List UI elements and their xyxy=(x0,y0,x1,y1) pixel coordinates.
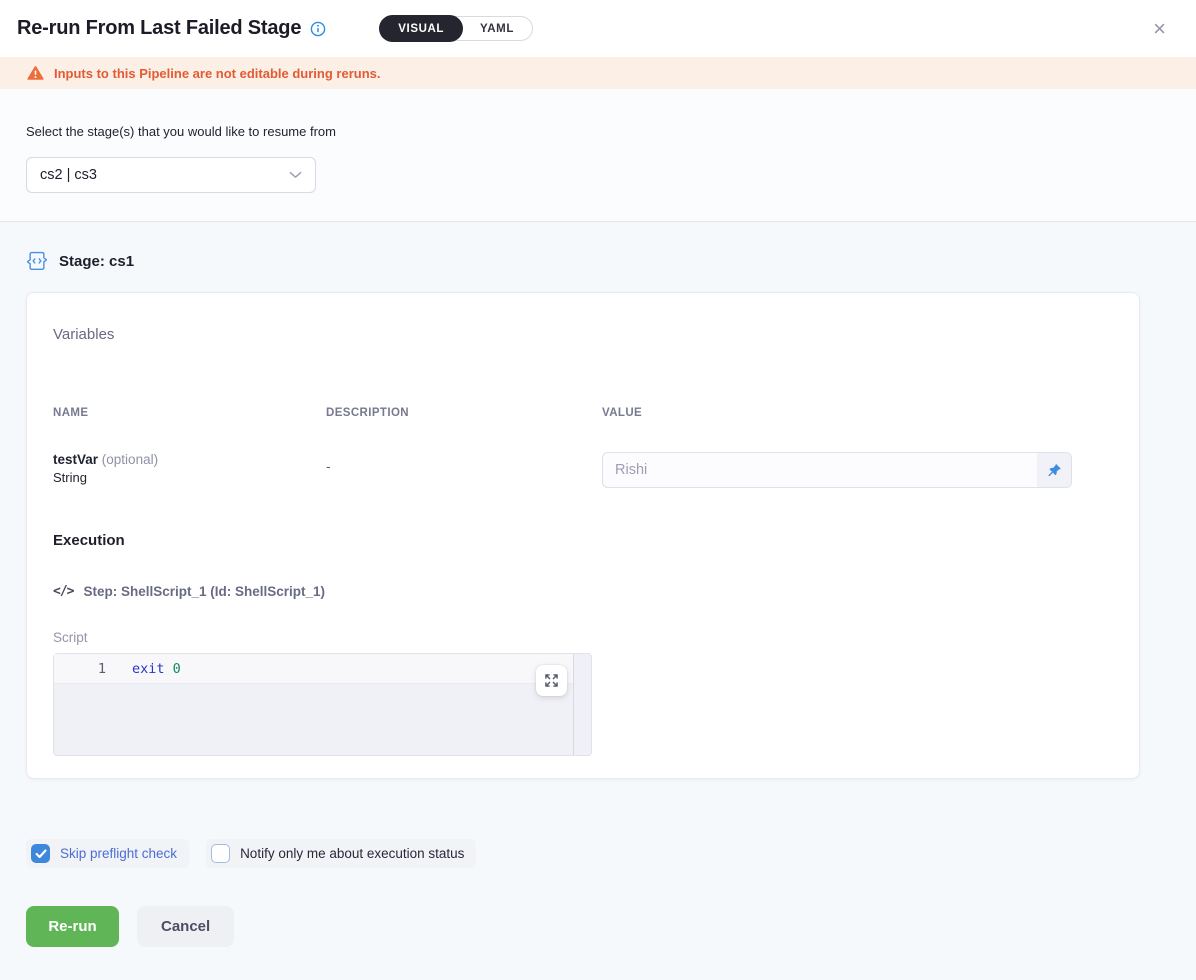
skip-preflight-label: Skip preflight check xyxy=(60,846,177,861)
variable-name-cell: testVar (optional) String xyxy=(53,452,326,485)
notify-only-me-label: Notify only me about execution status xyxy=(240,846,464,861)
stage-heading: Stage: cs1 xyxy=(26,251,1196,271)
close-icon[interactable]: × xyxy=(1153,18,1166,40)
line-number: 1 xyxy=(54,661,106,677)
script-code-editor[interactable]: 1 exit 0 xyxy=(53,653,592,756)
variable-name: testVar xyxy=(53,452,98,467)
info-icon[interactable] xyxy=(310,21,326,37)
column-value: VALUE xyxy=(602,407,1113,419)
variable-optional-tag: (optional) xyxy=(102,452,158,467)
code-icon: </> xyxy=(53,584,73,599)
execution-heading: Execution xyxy=(53,532,1113,549)
chevron-down-icon xyxy=(289,171,302,179)
stage-details-section: Stage: cs1 Variables NAME DESCRIPTION VA… xyxy=(0,222,1196,947)
variables-table-header: NAME DESCRIPTION VALUE xyxy=(53,407,1113,419)
variable-value-cell xyxy=(602,452,1113,488)
pin-icon[interactable] xyxy=(1037,453,1071,487)
page-title: Re-run From Last Failed Stage xyxy=(17,17,301,40)
warning-banner: Inputs to this Pipeline are not editable… xyxy=(0,57,1196,89)
action-buttons-row: Re-run Cancel xyxy=(26,906,1196,947)
variable-type: String xyxy=(53,470,326,485)
run-options-row: Skip preflight check Notify only me abou… xyxy=(26,839,1196,868)
variable-value-input[interactable] xyxy=(603,453,1037,487)
script-label: Script xyxy=(53,630,1113,645)
stage-select-label: Select the stage(s) that you would like … xyxy=(26,124,1170,139)
step-heading: </> Step: ShellScript_1 (Id: ShellScript… xyxy=(53,584,1113,599)
stage-title: Stage: cs1 xyxy=(59,253,134,270)
code-argument: 0 xyxy=(173,661,181,677)
checkmark-icon xyxy=(31,844,50,863)
tab-yaml[interactable]: YAML xyxy=(462,16,532,41)
visual-yaml-toggle: VISUAL YAML xyxy=(379,16,533,41)
stage-form-card: Variables NAME DESCRIPTION VALUE testVar… xyxy=(26,292,1140,779)
rerun-button[interactable]: Re-run xyxy=(26,906,119,947)
editor-scrollbar[interactable] xyxy=(573,654,574,755)
variable-description: - xyxy=(326,452,602,474)
warning-icon xyxy=(27,65,44,81)
skip-preflight-checkbox[interactable]: Skip preflight check xyxy=(26,839,189,868)
code-keyword: exit xyxy=(132,661,165,677)
warning-message: Inputs to this Pipeline are not editable… xyxy=(54,66,380,81)
stage-select-section: Select the stage(s) that you would like … xyxy=(0,89,1196,222)
column-description: DESCRIPTION xyxy=(326,407,602,419)
code-line: 1 exit 0 xyxy=(54,654,573,684)
custom-stage-icon xyxy=(26,251,48,271)
step-title: Step: ShellScript_1 (Id: ShellScript_1) xyxy=(83,584,325,599)
variables-heading: Variables xyxy=(53,326,1113,343)
variable-value-input-group xyxy=(602,452,1072,488)
stage-select-value: cs2 | cs3 xyxy=(40,167,97,183)
expand-icon[interactable] xyxy=(536,665,567,696)
tab-visual[interactable]: VISUAL xyxy=(379,15,463,42)
cancel-button[interactable]: Cancel xyxy=(137,906,234,947)
stage-select-dropdown[interactable]: cs2 | cs3 xyxy=(26,157,316,193)
notify-only-me-checkbox[interactable]: Notify only me about execution status xyxy=(206,839,476,868)
column-name: NAME xyxy=(53,407,326,419)
table-row: testVar (optional) String - xyxy=(53,452,1113,488)
modal-header: Re-run From Last Failed Stage VISUAL YAM… xyxy=(0,0,1196,57)
checkbox-empty xyxy=(211,844,230,863)
